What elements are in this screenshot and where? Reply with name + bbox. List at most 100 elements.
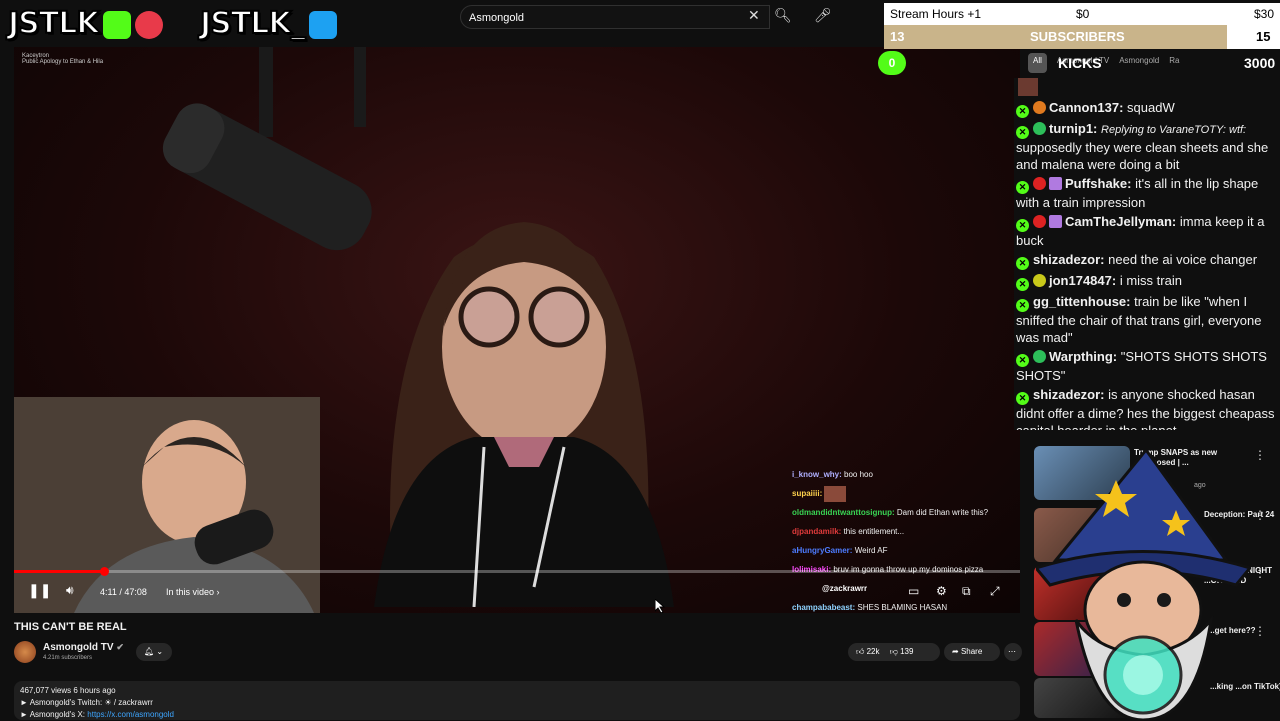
thumbs-down-icon: 👎︎ [889,647,898,656]
volume-icon[interactable]: 🔊︎ [66,583,74,598]
kick-badge-icon: ✕ [1016,126,1029,139]
in-this-video-label: In this video [166,587,215,597]
overlay-chat-line: oldmandidntwanttosignup: Dam did Ethan w… [792,508,989,517]
gift-icon [1049,215,1062,228]
dislike-count: 139 [900,647,914,656]
x-link-line: ► Asmongold's X: https://x.com/asmongold [20,709,1014,721]
microphone-icon[interactable]: 🎤︎ [814,7,832,24]
kicks-label: KICKS [1058,55,1102,71]
overlay-chat-line: djpandamilk: this entitlement... [792,527,905,536]
kick-badge-icon: ✕ [1016,181,1029,194]
twitter-brand-text: JSTLK_ [199,5,307,42]
badge-icon [1033,274,1046,287]
chat-message: ✕ Puffshake: it's all in the lip shape wi… [1016,176,1259,210]
kick-badge-icon: ✕ [1016,354,1029,367]
emote-icon [1018,78,1038,96]
kick-badge-icon: ✕ [1016,105,1029,118]
like-count: 22k [866,647,880,656]
stream-hours-label: Stream Hours +1 [890,7,982,21]
kick-badge-icon: ✕ [1016,392,1029,405]
like-button[interactable]: 👍︎ 22k [856,647,880,656]
wizard-mascot-icon [1036,450,1250,720]
share-label: Share [960,647,983,656]
twitter-brand-logo: JSTLK_ [199,5,337,44]
record-icon [134,10,163,39]
like-dislike-group: 👍︎ 22k 👎︎ 139 [848,643,940,661]
more-options-button[interactable]: ⋯ [1004,643,1022,661]
more-icon: ⋯ [1008,647,1016,656]
thumbs-up-icon: 👍︎ [856,647,865,656]
chat-message: ✕ gg_tittenhouse: train be like "when I s… [1016,294,1262,345]
chat-message: ✕ Warpthing: "SHOTS SHOTS SHOTS SHOTS" [1016,349,1267,383]
kick-badge-icon: ✕ [1016,278,1029,291]
streamer-tag: Kaceytron Public Apology to Ethan & Hila [22,53,103,65]
dislike-button[interactable]: 👎︎ 139 [890,647,914,656]
settings-icon[interactable]: ⚙︎ [936,584,947,598]
pause-icon[interactable]: ❚❚ [28,582,51,599]
more-vert-icon[interactable]: ⋮ [1254,566,1266,580]
chat-message: ✕ Cannon137: squadW [1014,98,1280,119]
chat-top-emote-row [1014,78,1280,98]
captions-icon[interactable]: ▭ [908,584,919,598]
overlay-chat-line: supaiiii: [792,484,1018,503]
badge-icon [1033,101,1046,114]
twitch-link-line: ► Asmongold's Twitch: ☀ / zackrawrr [20,698,153,707]
kicks-goal: 0 All Asmongold TV Asmongold Ra KICKS 30… [878,51,1280,75]
webcam-overlay [14,397,320,613]
chip-asmongold[interactable]: Asmongold [1119,53,1159,73]
progress-played [14,570,104,573]
stream-hours-goal: Stream Hours +1 $0 $30 [884,3,1280,25]
progress-scrubber[interactable] [99,567,109,576]
share-icon: ➦ [952,647,959,656]
chip-row: All Asmongold TV Asmongold Ra [1028,53,1179,73]
kick-brand-text: JSTLK [7,5,101,42]
verified-icon: ✔ [116,642,124,652]
kick-logo-icon [102,10,131,39]
subscribers-target: 15 [1256,29,1271,44]
chevron-down-icon: ⌄ [156,647,164,656]
more-vert-icon[interactable]: ⋮ [1254,448,1266,462]
description-box[interactable]: 467,077 views 6 hours ago ► Asmongold's … [14,681,1020,720]
share-button[interactable]: ➦ Share [944,643,1000,661]
progress-bar[interactable] [14,567,1020,576]
chat-message: ✕ jon174847: i miss train [1014,271,1280,292]
overlay-chat-line: champababeast: SHES BLAMING HASAN [792,603,948,612]
more-vert-icon[interactable]: ⋮ [1254,508,1266,522]
clear-search-icon[interactable]: ✕ [748,7,760,24]
kick-badge-icon: ✕ [1016,299,1029,312]
stream-hours-min: $0 [1076,7,1090,21]
overlay-chat-line: @zackrawrr [822,584,868,593]
search-icon[interactable]: 🔍︎ [774,7,792,24]
in-this-video-button[interactable]: In this video › [166,587,220,597]
channel-avatar[interactable] [14,641,36,663]
subscriber-count: 4.21m subscribers [43,655,93,661]
notification-bell-button[interactable]: 🔔︎ ⌄ [136,643,172,661]
badge-icon [1033,177,1046,190]
mouse-cursor-icon [655,599,665,613]
fullscreen-icon[interactable]: ⤢ [990,584,1000,599]
kicks-count: 0 [878,51,906,75]
chat-message: ✕ shizadezor: need the ai voice changer [1014,250,1280,271]
x-link[interactable]: https://x.com/asmongold [87,710,174,719]
channel-name[interactable]: Asmongold TV ✔ [43,642,124,653]
overlay-chat-line: i_know_why: boo hoo [792,470,873,479]
channel-name-text: Asmongold TV [43,642,114,653]
search-box[interactable] [460,5,770,30]
views-line: 467,077 views 6 hours ago [20,686,116,695]
chip-more[interactable]: Ra [1169,53,1179,73]
video-title: THIS CAN'T BE REAL [14,621,127,633]
chat-message: ✕ turnip1: Replying to VaraneTOTY: wtf: s… [1016,121,1269,172]
chat-panel: ✕ Cannon137: squadW ✕ turnip1: Replying to… [1014,78,1280,430]
emote-icon [824,485,847,502]
video-player[interactable]: Kaceytron Public Apology to Ethan & Hila [14,47,1020,613]
chip-all[interactable]: All [1028,53,1047,73]
miniplayer-icon[interactable]: ⧉ [962,584,971,599]
subscribers-count: 13 [890,29,905,44]
x-link-label: ► Asmongold's X: [20,710,86,719]
search-input[interactable] [461,6,731,30]
more-vert-icon[interactable]: ⋮ [1254,624,1266,638]
chat-message: ✕ shizadezor: is anyone shocked hasan did… [1016,387,1275,430]
kick-badge-icon: ✕ [1016,257,1029,270]
time-display: 4:11 / 47:08 [100,587,147,597]
chat-message: ✕ CamTheJellyman: imma keep it a buck [1016,214,1265,248]
